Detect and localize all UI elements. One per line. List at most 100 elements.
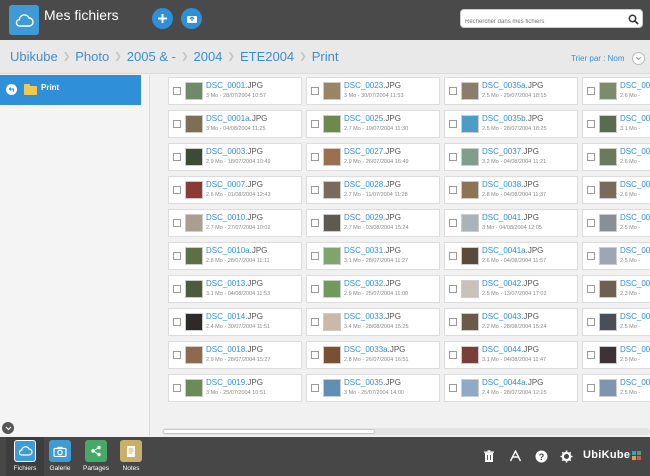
file-checkbox[interactable] (449, 252, 457, 260)
breadcrumb-item[interactable]: Photo (75, 49, 109, 64)
file-item[interactable]: DSC_0041a.JPG 2.6 Mo - 04/08/2004 11:57 (444, 242, 578, 270)
file-name[interactable]: DSC_0033a.JPG (344, 345, 405, 354)
file-name[interactable]: DSC_004 (620, 81, 650, 90)
file-name[interactable]: DSC_0010.JPG (206, 213, 263, 222)
file-name[interactable]: DSC_0044a.JPG (482, 378, 543, 387)
file-item[interactable]: DSC_0035a.JPG 2.5 Mo - 29/07/2004 18:15 (444, 77, 578, 105)
file-name[interactable]: DSC_004 (620, 180, 650, 189)
file-thumbnail[interactable] (599, 247, 617, 265)
file-name[interactable]: DSC_0019.JPG (206, 378, 263, 387)
file-item[interactable]: DSC_004 2.3 Mo - (582, 275, 650, 303)
file-thumbnail[interactable] (323, 247, 341, 265)
file-item[interactable]: DSC_0027.JPG 2.9 Mo - 26/07/2004 16:49 (306, 143, 440, 171)
file-thumbnail[interactable] (461, 181, 479, 199)
file-checkbox[interactable] (587, 318, 595, 326)
breadcrumb-item[interactable]: ETE2004 (240, 49, 294, 64)
file-item[interactable]: DSC_005 2.5 Mo - (582, 308, 650, 336)
file-name[interactable]: DSC_0028.JPG (344, 180, 401, 189)
file-name[interactable]: DSC_0001a.JPG (206, 114, 267, 123)
file-thumbnail[interactable] (599, 115, 617, 133)
file-name[interactable]: DSC_0041a.JPG (482, 246, 543, 255)
file-name[interactable]: DSC_0044.JPG (482, 345, 539, 354)
file-thumbnail[interactable] (185, 82, 203, 100)
file-name[interactable]: DSC_004 (620, 114, 650, 123)
file-thumbnail[interactable] (323, 181, 341, 199)
file-name[interactable]: DSC_0027.JPG (344, 147, 401, 156)
breadcrumb-item[interactable]: 2004 (193, 49, 222, 64)
file-thumbnail[interactable] (599, 82, 617, 100)
file-name[interactable]: DSC_005 (620, 312, 650, 321)
trash-icon[interactable] (482, 449, 496, 463)
file-checkbox[interactable] (449, 186, 457, 194)
file-checkbox[interactable] (587, 219, 595, 227)
file-thumbnail[interactable] (599, 346, 617, 364)
gear-icon[interactable] (559, 449, 573, 463)
file-item[interactable]: DSC_0033.JPG 3.4 Mo - 28/08/2004 15:25 (306, 308, 440, 336)
file-thumbnail[interactable] (461, 280, 479, 298)
file-checkbox[interactable] (587, 351, 595, 359)
help-icon[interactable]: ? (534, 449, 548, 463)
file-thumbnail[interactable] (461, 214, 479, 232)
file-name[interactable]: DSC_0041.JPG (482, 213, 539, 222)
file-thumbnail[interactable] (461, 115, 479, 133)
file-thumbnail[interactable] (461, 82, 479, 100)
file-item[interactable]: DSC_0018.JPG 2.9 Mo - 28/07/2004 15:27 (168, 341, 302, 369)
file-thumbnail[interactable] (323, 82, 341, 100)
breadcrumb-item[interactable]: Ubikube (10, 49, 58, 64)
file-thumbnail[interactable] (185, 346, 203, 364)
sidebar-item-print[interactable]: Print (0, 75, 141, 105)
file-name[interactable]: DSC_004 (620, 213, 650, 222)
file-thumbnail[interactable] (185, 247, 203, 265)
file-name[interactable]: DSC_004 (620, 246, 650, 255)
file-item[interactable]: DSC_0010a.JPG 2.8 Mo - 28/07/2004 11:11 (168, 242, 302, 270)
file-item[interactable]: DSC_004 2.6 Mo - (582, 143, 650, 171)
file-name[interactable]: DSC_0031.JPG (344, 246, 401, 255)
file-item[interactable]: DSC_0010.JPG 2.7 Mo - 27/07/2004 10:02 (168, 209, 302, 237)
file-name[interactable]: DSC_0037.JPG (482, 147, 539, 156)
file-item[interactable]: DSC_0043.JPG 2.2 Mo - 28/08/2004 15:24 (444, 308, 578, 336)
file-name[interactable]: DSC_0032.JPG (344, 279, 401, 288)
file-checkbox[interactable] (587, 120, 595, 128)
file-checkbox[interactable] (449, 120, 457, 128)
file-item[interactable]: DSC_0019.JPG 3 Mo - 25/07/2004 10:51 (168, 374, 302, 402)
file-thumbnail[interactable] (323, 313, 341, 331)
file-name[interactable]: DSC_0035a.JPG (482, 81, 543, 90)
add-button[interactable] (152, 8, 173, 29)
back-arrow-icon[interactable] (6, 84, 17, 95)
file-checkbox[interactable] (173, 351, 181, 359)
file-thumbnail[interactable] (323, 214, 341, 232)
file-checkbox[interactable] (449, 153, 457, 161)
file-name[interactable]: DSC_005 (620, 345, 650, 354)
file-item[interactable]: DSC_0001a.JPG 3 Mo - 04/08/2004 11:25 (168, 110, 302, 138)
file-checkbox[interactable] (173, 252, 181, 260)
file-checkbox[interactable] (173, 186, 181, 194)
file-item[interactable]: DSC_0001.JPG 3 Mo - 28/07/2004 10:57 (168, 77, 302, 105)
file-item[interactable]: DSC_005 2.5 Mo - (582, 374, 650, 402)
file-item[interactable]: DSC_0037.JPG 3.2 Mo - 04/08/2004 11:21 (444, 143, 578, 171)
file-name[interactable]: DSC_0043.JPG (482, 312, 539, 321)
file-item[interactable]: DSC_004 3.1 Mo - (582, 110, 650, 138)
file-name[interactable]: DSC_0013.JPG (206, 279, 263, 288)
file-checkbox[interactable] (311, 120, 319, 128)
file-item[interactable]: DSC_0044.JPG 3.1 Mo - 04/08/2004 11:47 (444, 341, 578, 369)
file-item[interactable]: DSC_0014.JPG 2.4 Mo - 30/07/2004 11:51 (168, 308, 302, 336)
file-thumbnail[interactable] (323, 379, 341, 397)
upload-button[interactable] (181, 8, 202, 29)
file-checkbox[interactable] (173, 120, 181, 128)
file-thumbnail[interactable] (461, 379, 479, 397)
file-thumbnail[interactable] (323, 280, 341, 298)
file-thumbnail[interactable] (323, 346, 341, 364)
font-icon[interactable] (508, 449, 522, 463)
file-checkbox[interactable] (449, 351, 457, 359)
file-item[interactable]: DSC_0042.JPG 2.5 Mo - 13/07/2004 17:02 (444, 275, 578, 303)
file-name[interactable]: DSC_0023.JPG (344, 81, 401, 90)
scrollbar-thumb[interactable] (163, 429, 375, 434)
file-item[interactable]: DSC_0023.JPG 3 Mo - 30/07/2004 11:53 (306, 77, 440, 105)
file-name[interactable]: DSC_004 (620, 147, 650, 156)
file-checkbox[interactable] (587, 252, 595, 260)
file-thumbnail[interactable] (461, 247, 479, 265)
file-checkbox[interactable] (311, 219, 319, 227)
file-thumbnail[interactable] (599, 280, 617, 298)
file-item[interactable]: DSC_004 2.5 Mo - (582, 209, 650, 237)
file-item[interactable]: DSC_004 2.6 Mo - (582, 77, 650, 105)
